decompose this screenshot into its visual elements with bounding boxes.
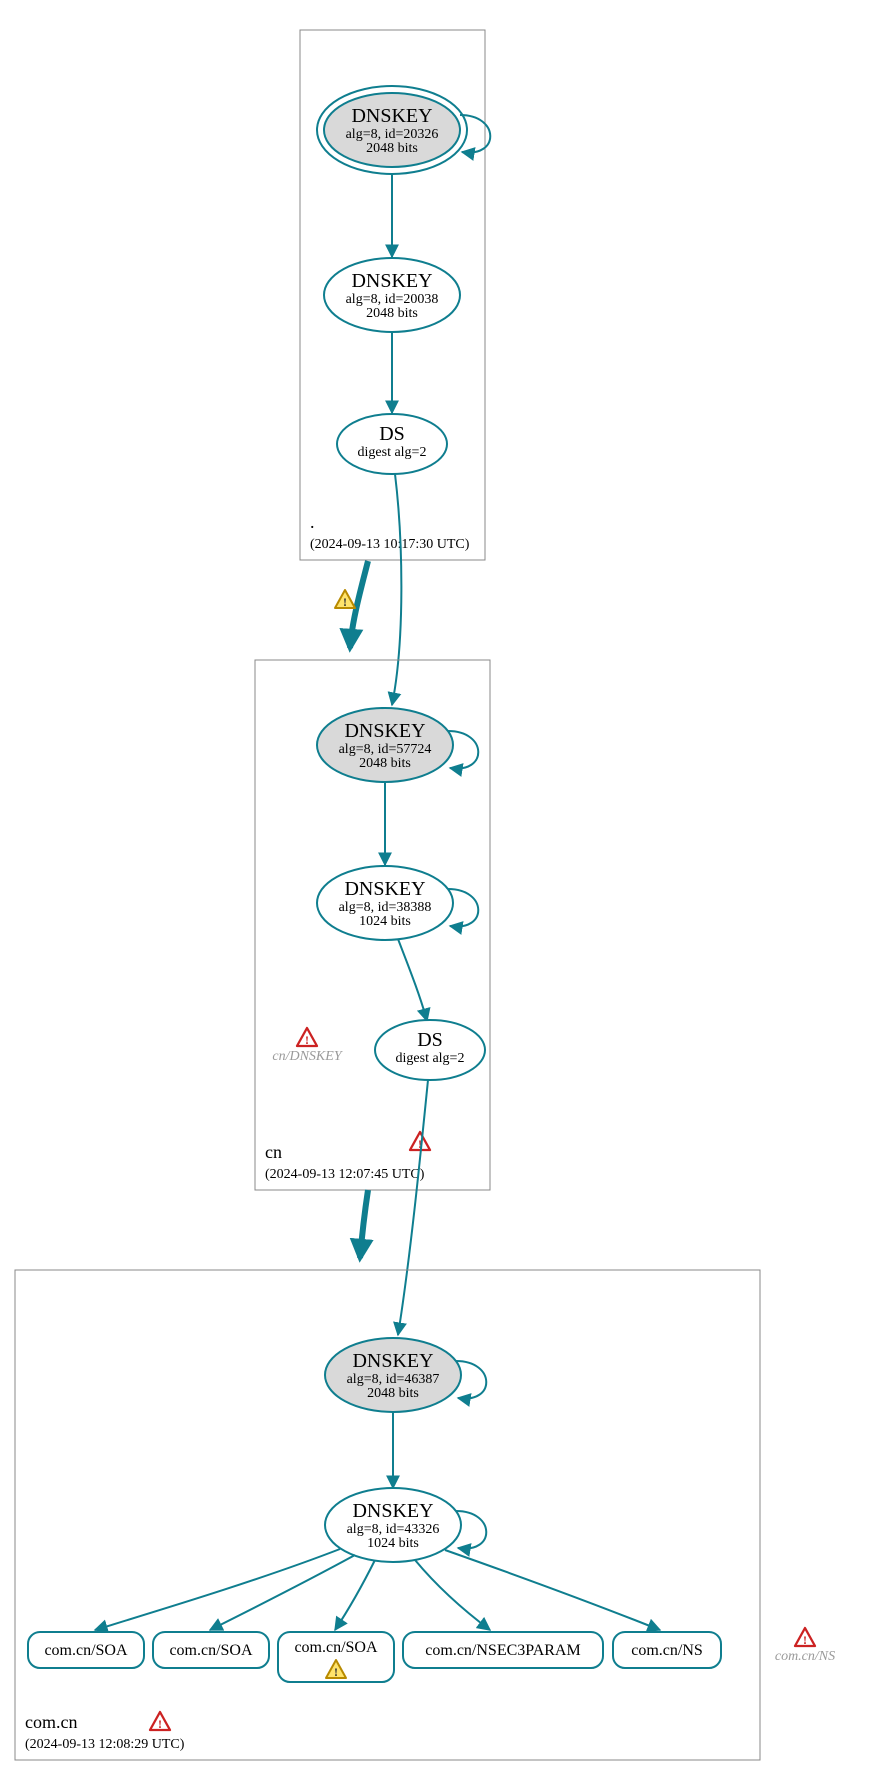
node-cn-ksk[interactable]: DNSKEY alg=8, id=57724 2048 bits	[317, 708, 453, 782]
node-label: DS	[417, 1029, 443, 1051]
node-detail: alg=8, id=57724	[339, 742, 432, 757]
rrset-label: com.cn/NS	[631, 1642, 703, 1659]
node-cn-ds[interactable]: DS digest alg=2	[375, 1020, 485, 1080]
rrset-label: com.cn/NSEC3PARAM	[425, 1642, 580, 1659]
node-comcn-zsk[interactable]: DNSKEY alg=8, id=43326 1024 bits	[325, 1488, 461, 1562]
node-detail: digest alg=2	[396, 1051, 465, 1066]
edge-zsk-r4	[415, 1560, 490, 1630]
node-root-ksk[interactable]: DNSKEY alg=8, id=20326 2048 bits	[317, 86, 467, 174]
missing-label-cn-dnskey: cn/DNSKEY	[272, 1049, 343, 1064]
error-icon[interactable]	[795, 1628, 815, 1647]
zone-timestamp-root: (2024-09-13 10:17:30 UTC)	[310, 537, 470, 552]
node-cn-zsk[interactable]: DNSKEY alg=8, id=38388 1024 bits	[317, 866, 453, 940]
edge-zsk-r1	[95, 1549, 340, 1630]
zone-title-root: .	[310, 512, 315, 532]
edge-zsk-r5	[445, 1550, 660, 1630]
node-label: DNSKEY	[352, 1500, 433, 1522]
edge-cn-ds-comcn-ksk	[398, 1080, 428, 1335]
rrset-comcn-nsec3param[interactable]: com.cn/NSEC3PARAM	[403, 1632, 603, 1668]
zone-title-cn: cn	[265, 1142, 282, 1162]
rrset-comcn-soa-2[interactable]: com.cn/SOA	[153, 1632, 269, 1668]
node-label: DNSKEY	[351, 270, 432, 292]
node-detail: 1024 bits	[359, 914, 411, 929]
edge-zsk-r3	[335, 1560, 375, 1630]
error-icon[interactable]	[297, 1028, 317, 1047]
node-detail: 2048 bits	[366, 306, 418, 321]
node-root-ds[interactable]: DS digest alg=2	[337, 414, 447, 474]
node-detail: alg=8, id=38388	[339, 900, 432, 915]
node-detail: alg=8, id=43326	[347, 1522, 440, 1537]
zone-timestamp-cn: (2024-09-13 12:07:45 UTC)	[265, 1167, 425, 1182]
node-root-zsk[interactable]: DNSKEY alg=8, id=20038 2048 bits	[324, 258, 460, 332]
missing-label-comcn-ns: com.cn/NS	[775, 1649, 835, 1664]
edge-cn-zsk-ds	[398, 939, 427, 1021]
rrset-comcn-soa-1[interactable]: com.cn/SOA	[28, 1632, 144, 1668]
node-detail: 2048 bits	[367, 1386, 419, 1401]
zone-title-comcn: com.cn	[25, 1712, 77, 1732]
node-label: DNSKEY	[352, 1350, 433, 1372]
error-icon[interactable]	[150, 1712, 170, 1731]
node-detail: 2048 bits	[359, 756, 411, 771]
zone-timestamp-comcn: (2024-09-13 12:08:29 UTC)	[25, 1737, 185, 1752]
rrset-label: com.cn/SOA	[294, 1639, 378, 1656]
node-detail: 1024 bits	[367, 1536, 419, 1551]
node-detail: alg=8, id=20038	[346, 292, 439, 307]
rrset-comcn-ns[interactable]: com.cn/NS	[613, 1632, 721, 1668]
node-comcn-ksk[interactable]: DNSKEY alg=8, id=46387 2048 bits	[325, 1338, 461, 1412]
node-label: DNSKEY	[351, 105, 432, 127]
edge-zsk-r2	[210, 1555, 355, 1630]
node-detail: digest alg=2	[358, 445, 427, 460]
warning-icon[interactable]	[335, 590, 355, 609]
rrset-label: com.cn/SOA	[44, 1642, 128, 1659]
node-detail: alg=8, id=20326	[346, 127, 439, 142]
delegation-cn-comcn	[360, 1190, 368, 1258]
edge-root-ds-cn-ksk	[392, 474, 401, 705]
node-label: DS	[379, 423, 405, 445]
rrset-label: com.cn/SOA	[169, 1642, 253, 1659]
node-label: DNSKEY	[344, 878, 425, 900]
node-detail: 2048 bits	[366, 141, 418, 156]
rrset-comcn-soa-3[interactable]: com.cn/SOA	[278, 1632, 394, 1682]
node-detail: alg=8, id=46387	[347, 1372, 440, 1387]
node-label: DNSKEY	[344, 720, 425, 742]
